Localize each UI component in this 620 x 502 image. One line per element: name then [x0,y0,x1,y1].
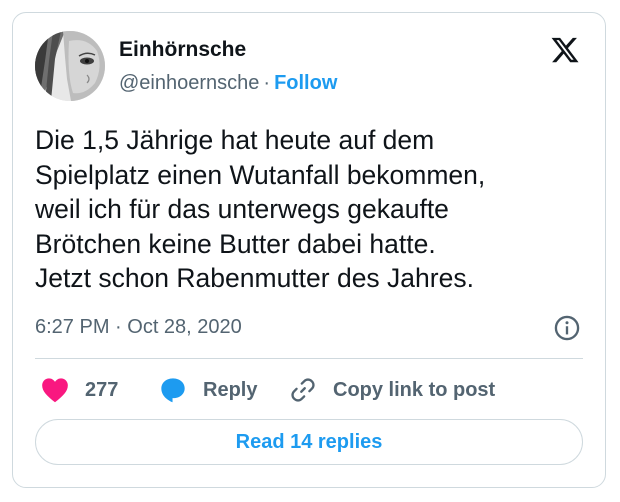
copy-link-button[interactable]: Copy link to post [289,375,495,405]
like-count: 277 [85,378,119,401]
separator-dot: · [263,72,271,94]
tweet-text-line: Die 1,5 Jährige hat heute auf dem [35,125,435,155]
avatar[interactable] [35,31,105,101]
info-icon[interactable] [553,314,581,342]
reply-label: Reply [203,378,258,401]
tweet-text-line: weil ich für das unterwegs gekaufte [35,194,449,224]
heart-icon [42,378,68,403]
x-logo-icon[interactable] [550,35,580,65]
author-handle[interactable]: @einhoernsche [119,72,259,94]
tweet-text-line: Spielplatz einen Wutanfall bekommen, [35,159,486,190]
like-button[interactable]: 277 [41,375,118,405]
divider [35,358,583,359]
tweet-card: Einhörnsche @einhoernsche · Follow Die 1,5… [12,12,606,488]
tweet-text: Die 1,5 Jährige hat heute auf dem Spielp… [35,123,585,296]
follow-button[interactable]: Follow [274,72,337,94]
tweet-text-line: Brötchen keine Butter dabei hatte. [35,228,436,259]
avatar-image [35,31,105,101]
author-display-name[interactable]: Einhörnsche [119,38,246,62]
tweet-timestamp[interactable]: 6:27 PM · Oct 28, 2020 [35,316,242,339]
link-icon [291,378,315,402]
tweet-text-line: Jetzt schon Rabenmutter des Jahres. [35,263,474,293]
author-handle-row: @einhoernsche · Follow [119,72,337,95]
reply-button[interactable]: Reply [159,375,257,405]
read-replies-button[interactable]: Read 14 replies [35,419,583,465]
speech-bubble-icon [161,378,185,403]
copy-link-label: Copy link to post [333,378,496,401]
